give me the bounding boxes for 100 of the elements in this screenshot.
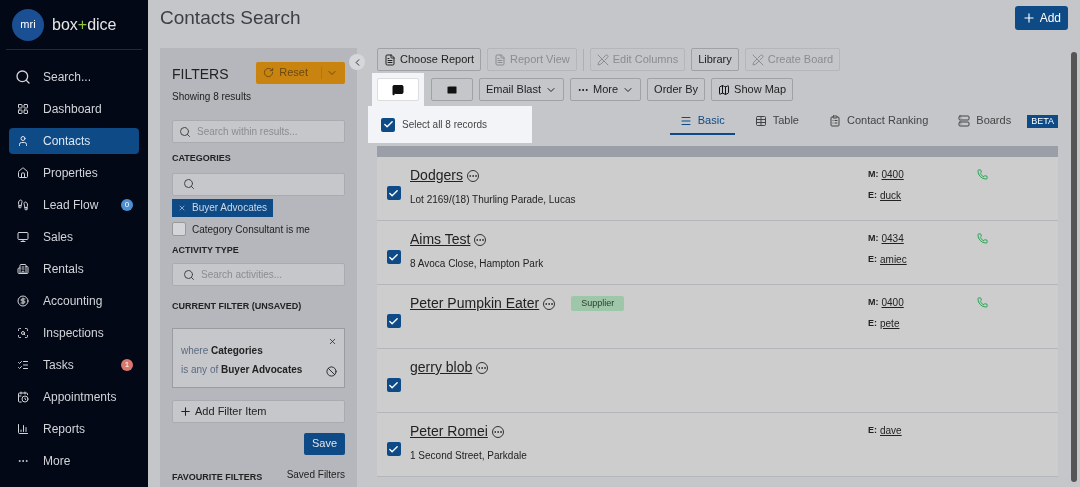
toolbar-button[interactable]: Order By xyxy=(647,78,706,101)
view-tab[interactable]: Basic xyxy=(669,108,735,135)
plus-icon xyxy=(179,404,192,418)
view-icon xyxy=(679,114,692,127)
field-label: M: xyxy=(868,231,879,245)
toolbar-button[interactable] xyxy=(431,78,473,101)
view-tab[interactable]: Boards xyxy=(948,108,1022,135)
filter-condition: is any of Buyer Advocates xyxy=(181,362,303,377)
toolbar-button[interactable]: More xyxy=(570,78,642,101)
contact-row[interactable]: Peter Romei 1 Second Street, Parkdale E: dave xyxy=(377,413,1058,477)
contact-address: 1 Second Street, Parkdale xyxy=(410,449,528,463)
field-label: E: xyxy=(868,316,877,330)
sidebar-item[interactable]: Inspections xyxy=(9,320,139,346)
nav-icon xyxy=(15,263,31,275)
nav-icon xyxy=(15,423,31,435)
toolbar-icon xyxy=(751,53,764,66)
sidebar-item[interactable]: Reports xyxy=(9,416,139,442)
nav-icon xyxy=(15,359,31,371)
section-label: CURRENT FILTER (UNSAVED) xyxy=(172,300,303,313)
contact-name[interactable]: Dodgers xyxy=(410,165,463,186)
contact-address: Lot 2169/(18) Thurling Parade, Lucas xyxy=(410,193,577,207)
sidebar-item[interactable]: Search... xyxy=(9,64,139,90)
add-button[interactable]: Add xyxy=(1014,6,1068,30)
sidebar-item[interactable]: Lead Flow 0 xyxy=(9,192,139,218)
sidebar-item[interactable]: Rentals xyxy=(9,256,139,282)
mobile-link[interactable]: 0434 xyxy=(881,231,904,246)
search-icon xyxy=(183,268,195,281)
section-label: CATEGORIES xyxy=(172,152,232,165)
logo-badge: mri xyxy=(12,8,44,41)
nav-icon xyxy=(15,231,31,243)
contact-name[interactable]: Peter Romei xyxy=(410,421,488,442)
sidebar-item[interactable]: Sales xyxy=(9,224,139,250)
toolbar-icon xyxy=(384,53,396,66)
contact-row[interactable]: Peter Pumpkin Eater Supplier M: 0400 E: pete xyxy=(377,285,1058,349)
reset-icon xyxy=(263,67,275,78)
sidebar-item[interactable]: Properties xyxy=(9,160,139,186)
contact-name[interactable]: Peter Pumpkin Eater xyxy=(410,293,540,314)
checkbox[interactable] xyxy=(386,314,401,328)
sidebar-item[interactable]: Accounting xyxy=(9,288,139,314)
email-link[interactable]: dave xyxy=(880,423,902,438)
nav-icon xyxy=(15,103,31,115)
toolbar-button[interactable]: Email Blast xyxy=(479,78,565,101)
email-link[interactable]: amiec xyxy=(880,252,907,267)
mobile-link[interactable]: 0400 xyxy=(881,167,904,182)
search-icon xyxy=(183,178,195,190)
plus-icon xyxy=(1021,11,1036,25)
saved-filters-link[interactable]: Saved Filters xyxy=(286,466,345,482)
view-icon xyxy=(958,114,971,127)
toolbar-button[interactable]: Library xyxy=(691,48,739,71)
sidebar-item[interactable]: Appointments xyxy=(9,384,139,410)
email-link[interactable]: duck xyxy=(880,188,902,203)
checkbox[interactable] xyxy=(386,442,401,456)
email-link[interactable]: pete xyxy=(880,316,900,331)
contact-row[interactable]: Dodgers Lot 2169/(18) Thurling Parade, Lucas M: 0400 E: duck xyxy=(377,157,1058,221)
contact-address: 8 Avoca Close, Hampton Park xyxy=(410,257,545,271)
field-label: M: xyxy=(868,295,879,309)
nav-icon xyxy=(15,199,31,211)
toolbar-icon xyxy=(494,53,506,66)
view-tab[interactable]: Table xyxy=(744,108,809,135)
sidebar-item[interactable]: Dashboard xyxy=(9,96,139,122)
contact-row[interactable]: gerry blob xyxy=(377,349,1058,413)
view-tab[interactable]: Contact Ranking xyxy=(818,108,939,135)
sidebar-item[interactable]: More xyxy=(9,448,139,474)
add-filter-button[interactable]: Add Filter Item xyxy=(172,399,345,423)
checkbox[interactable] xyxy=(386,378,401,392)
category-search-field[interactable] xyxy=(172,172,345,196)
checkbox[interactable] xyxy=(386,186,401,200)
filter-condition: where Categories xyxy=(181,343,263,358)
contact-row[interactable]: Aims Test 8 Avoca Close, Hampton Park M: 0434 E: amiec xyxy=(377,221,1058,285)
sidebar-item[interactable]: Contacts xyxy=(9,128,139,154)
toolbar-icon xyxy=(596,53,609,66)
results-count: Showing 8 results xyxy=(172,90,252,104)
section-label: FAVOURITE FILTERS xyxy=(172,470,263,484)
contact-name[interactable]: gerry blob xyxy=(410,357,473,378)
brand-name: box+dice xyxy=(52,14,117,35)
section-label: ACTIVITY TYPE xyxy=(172,243,240,257)
category-tag[interactable]: Buyer Advocates xyxy=(172,198,274,217)
checkbox[interactable] xyxy=(386,250,401,264)
checkbox[interactable] xyxy=(172,222,186,236)
beta-badge: BETA xyxy=(1027,115,1058,128)
field-label: E: xyxy=(868,252,877,266)
mobile-link[interactable]: 0400 xyxy=(881,295,904,310)
toolbar-button[interactable]: Show Map xyxy=(711,78,794,101)
map-icon xyxy=(718,83,731,96)
view-icon xyxy=(754,114,767,127)
toolbar-button[interactable]: Choose Report xyxy=(377,48,481,71)
count-badge: 1 xyxy=(121,359,133,371)
search-icon xyxy=(179,125,191,138)
nav-icon xyxy=(15,295,31,307)
view-icon xyxy=(828,114,841,127)
field-label: E: xyxy=(868,188,877,202)
select-all-checkbox[interactable] xyxy=(381,117,395,132)
sidebar-item[interactable]: Tasks 1 xyxy=(9,352,139,378)
select-all-label: Select all 8 records xyxy=(402,118,488,132)
save-button[interactable]: Save xyxy=(303,432,345,455)
nav-icon xyxy=(15,327,31,339)
contact-name[interactable]: Aims Test xyxy=(410,229,471,250)
nav-icon xyxy=(15,167,31,179)
remove-icon[interactable] xyxy=(178,203,186,212)
close-icon xyxy=(328,336,337,346)
